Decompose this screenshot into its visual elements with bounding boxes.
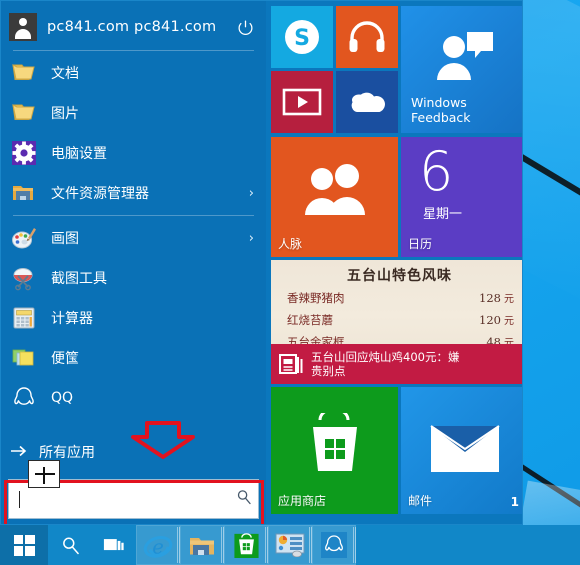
control-panel-icon (275, 533, 305, 557)
tile-mail[interactable]: 邮件 1 (401, 387, 522, 514)
folder-pictures-icon (9, 98, 39, 128)
arrow-right-icon (11, 443, 33, 461)
tile-music[interactable] (336, 6, 398, 68)
video-player-icon (271, 71, 333, 133)
desktop: pc841.com pc841.com 文档 图片 电脑设置 文件资源管理器 ›… (0, 0, 580, 565)
store-bag-icon (233, 533, 259, 558)
user-account-row[interactable]: pc841.com pc841.com (1, 6, 266, 48)
calculator-icon (9, 303, 39, 333)
tile-label: 应用商店 (278, 494, 327, 508)
tile-people[interactable]: 人脉 (271, 137, 398, 257)
sidebar-item-label: 图片 (51, 106, 79, 122)
taskbar-item-search[interactable] (48, 525, 92, 565)
feedback-person-icon (434, 30, 496, 86)
folder-icon (190, 538, 214, 555)
search-magnifier-icon[interactable] (236, 489, 252, 509)
start-button[interactable] (0, 525, 48, 565)
skype-icon: S (271, 6, 333, 68)
user-name: pc841.com pc841.com (47, 19, 217, 35)
all-apps-label: 所有应用 (39, 445, 95, 461)
sidebar-item-pictures[interactable]: 图片 (1, 93, 266, 133)
sidebar-item-label: 文件资源管理器 (51, 186, 149, 202)
tile-video[interactable] (271, 71, 333, 133)
ie-icon: e (143, 535, 173, 558)
taskbar-item-store[interactable] (224, 525, 268, 565)
taskbar: e (0, 525, 580, 565)
qq-penguin-icon (321, 532, 347, 558)
sidebar-item-label: 便筺 (51, 351, 79, 367)
taskbar-item-file-explorer[interactable] (180, 525, 224, 565)
calendar-weekday: 星期一 (423, 207, 463, 222)
menu-row: 香辣野猪肉 128 元 (287, 291, 514, 305)
taskbar-item-task-view[interactable] (92, 525, 136, 565)
sidebar-item-label: QQ (51, 390, 74, 406)
sidebar-item-label: 文档 (51, 66, 79, 82)
sticky-notes-icon (9, 343, 39, 373)
divider (13, 50, 254, 51)
snipping-tool-icon (9, 263, 39, 293)
calendar-day-number: 6 (419, 140, 454, 203)
sidebar-item-documents[interactable]: 文档 (1, 53, 266, 93)
tile-skype[interactable]: S (271, 6, 333, 68)
annotation-arrow-icon (131, 421, 195, 459)
windows-logo-icon (13, 534, 35, 556)
mail-envelope-icon (429, 425, 500, 477)
sidebar-item-label: 计算器 (51, 311, 93, 327)
taskbar-item-qq[interactable] (312, 525, 356, 565)
people-icon (298, 163, 372, 223)
chevron-right-icon[interactable]: › (249, 186, 254, 201)
start-menu-tiles-column: S Windows Feedback 人脉 6 星期一 日历 五台山特色风味 香… (266, 1, 522, 524)
settings-gear-icon (9, 138, 39, 168)
sidebar-item-label: 画图 (51, 231, 79, 247)
tile-label: 日历 (408, 237, 433, 251)
sidebar-item-sticky-notes[interactable]: 便筺 (1, 338, 266, 378)
news-photo-title: 五台山特色风味 (347, 268, 452, 284)
sidebar-item-paint[interactable]: 画图 › (1, 218, 266, 258)
tile-onedrive[interactable] (336, 71, 398, 133)
user-avatar-icon[interactable] (9, 13, 37, 41)
sidebar-item-calculator[interactable]: 计算器 (1, 298, 266, 338)
taskbar-item-internet-explorer[interactable]: e (136, 525, 180, 565)
tile-windows-feedback[interactable]: Windows Feedback (401, 6, 522, 133)
file-explorer-icon (9, 178, 39, 208)
sidebar-item-pc-settings[interactable]: 电脑设置 (1, 133, 266, 173)
store-bag-icon (302, 407, 368, 483)
task-view-icon (103, 538, 124, 550)
tile-label: Windows Feedback (411, 95, 471, 125)
sidebar-item-file-explorer[interactable]: 文件资源管理器 › (1, 173, 266, 213)
headphones-icon (336, 6, 398, 68)
text-caret (19, 490, 20, 508)
qq-penguin-icon (9, 383, 39, 413)
tile-news[interactable]: 五台山特色风味 香辣野猪肉 128 元 红烧苔蘑 120 元 五台金家框 48 (271, 260, 522, 384)
sidebar-item-label: 电脑设置 (51, 146, 107, 162)
chevron-right-icon[interactable]: › (249, 231, 254, 246)
sidebar-item-label: 截图工具 (51, 271, 107, 287)
tile-label: 人脉 (278, 237, 303, 251)
power-icon[interactable] (232, 14, 258, 40)
news-article-icon (279, 353, 305, 375)
crosshair-cursor-icon (28, 460, 60, 488)
sidebar-item-snipping-tool[interactable]: 截图工具 (1, 258, 266, 298)
svg-text:e: e (152, 535, 164, 558)
menu-row: 红烧苔蘑 120 元 (287, 313, 514, 327)
cloud-icon (336, 71, 398, 133)
tile-badge-count: 1 (510, 495, 519, 509)
tile-store[interactable]: 应用商店 (271, 387, 398, 514)
news-banner: 五台山回应炖山鸡400元：嫌 贵别点 (271, 344, 522, 384)
search-magnifier-icon (62, 537, 79, 554)
start-menu: pc841.com pc841.com 文档 图片 电脑设置 文件资源管理器 ›… (0, 0, 523, 525)
svg-text:S: S (294, 26, 310, 51)
taskbar-item-control-panel[interactable] (268, 525, 312, 565)
tile-calendar[interactable]: 6 星期一 日历 (401, 137, 522, 257)
tile-label: 邮件 (408, 494, 433, 508)
paint-palette-icon (9, 223, 39, 253)
folder-documents-icon (9, 58, 39, 88)
sidebar-item-qq[interactable]: QQ (1, 378, 266, 418)
divider (13, 215, 254, 216)
news-headline: 五台山回应炖山鸡400元：嫌 贵别点 (311, 350, 460, 378)
